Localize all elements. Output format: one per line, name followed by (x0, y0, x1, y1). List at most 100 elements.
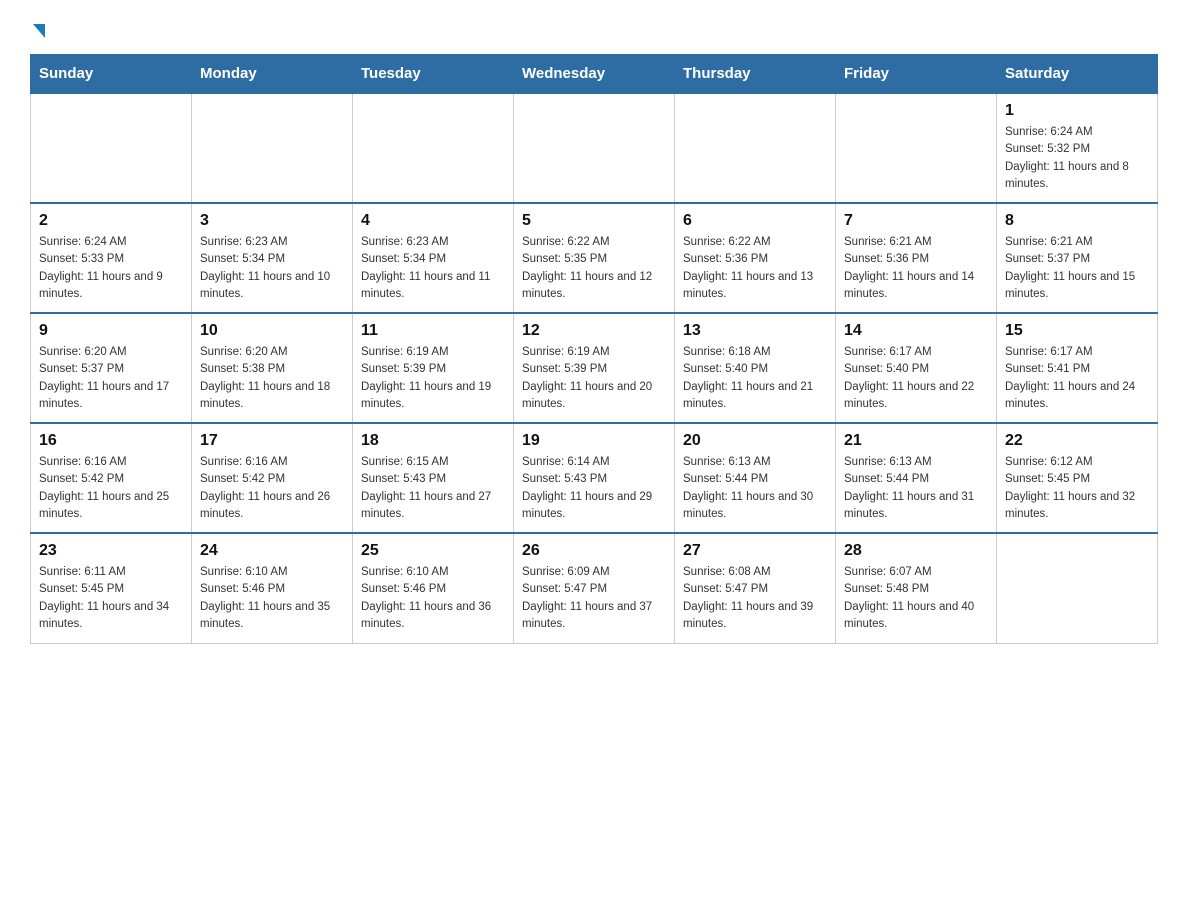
calendar-cell: 2Sunrise: 6:24 AM Sunset: 5:33 PM Daylig… (31, 203, 192, 313)
day-info: Sunrise: 6:19 AM Sunset: 5:39 PM Dayligh… (522, 344, 666, 413)
day-number: 8 (1005, 212, 1149, 230)
day-header-wednesday: Wednesday (514, 55, 675, 94)
calendar-table: SundayMondayTuesdayWednesdayThursdayFrid… (30, 54, 1158, 644)
day-number: 19 (522, 432, 666, 450)
calendar-cell: 16 Sunrise: 6:16 AM Sunset: 5:42 PM Dayli… (31, 423, 192, 533)
calendar-cell: 9Sunrise: 6:20 AM Sunset: 5:37 PM Daylig… (31, 313, 192, 423)
day-info: Sunrise: 6:16 AM Sunset: 5:42 PM Dayligh… (200, 454, 344, 523)
day-info: Sunrise: 6:15 AM Sunset: 5:43 PM Dayligh… (361, 454, 505, 523)
day-number: 6 (683, 212, 827, 230)
calendar-cell (31, 93, 192, 203)
calendar-week-4: 16 Sunrise: 6:16 AM Sunset: 5:42 PM Dayli… (31, 423, 1158, 533)
day-number: 22 (1005, 432, 1149, 450)
logo-arrow-icon (33, 24, 45, 38)
day-info: Sunrise: 6:17 AM Sunset: 5:40 PM Dayligh… (844, 344, 988, 413)
day-number: 27 (683, 542, 827, 560)
day-number: 18 (361, 432, 505, 450)
day-number: 23 (39, 542, 183, 560)
day-number: 10 (200, 322, 344, 340)
day-number: 2 (39, 212, 183, 230)
day-number: 7 (844, 212, 988, 230)
calendar-header: SundayMondayTuesdayWednesdayThursdayFrid… (31, 55, 1158, 94)
calendar-cell (192, 93, 353, 203)
day-info: Sunrise: 6:21 AM Sunset: 5:36 PM Dayligh… (844, 234, 988, 303)
day-info: Sunrise: 6:23 AM Sunset: 5:34 PM Dayligh… (200, 234, 344, 303)
day-header-tuesday: Tuesday (353, 55, 514, 94)
day-info: Sunrise: 6:11 AM Sunset: 5:45 PM Dayligh… (39, 564, 183, 633)
day-info: Sunrise: 6:10 AM Sunset: 5:46 PM Dayligh… (361, 564, 505, 633)
calendar-cell: 23 Sunrise: 6:11 AM Sunset: 5:45 PM Dayli… (31, 533, 192, 643)
day-info: Sunrise: 6:14 AM Sunset: 5:43 PM Dayligh… (522, 454, 666, 523)
calendar-week-5: 23 Sunrise: 6:11 AM Sunset: 5:45 PM Dayli… (31, 533, 1158, 643)
day-info: Sunrise: 6:23 AM Sunset: 5:34 PM Dayligh… (361, 234, 505, 303)
calendar-cell: 28 Sunrise: 6:07 AM Sunset: 5:48 PM Dayli… (836, 533, 997, 643)
calendar-cell: 15 Sunrise: 6:17 AM Sunset: 5:41 PM Dayli… (997, 313, 1158, 423)
day-info: Sunrise: 6:12 AM Sunset: 5:45 PM Dayligh… (1005, 454, 1149, 523)
calendar-cell (836, 93, 997, 203)
page-header (30, 20, 1158, 38)
day-info: Sunrise: 6:09 AM Sunset: 5:47 PM Dayligh… (522, 564, 666, 633)
calendar-cell (353, 93, 514, 203)
calendar-cell (997, 533, 1158, 643)
day-number: 13 (683, 322, 827, 340)
calendar-cell: 27 Sunrise: 6:08 AM Sunset: 5:47 PM Dayli… (675, 533, 836, 643)
day-header-thursday: Thursday (675, 55, 836, 94)
day-number: 21 (844, 432, 988, 450)
calendar-cell: 22 Sunrise: 6:12 AM Sunset: 5:45 PM Dayli… (997, 423, 1158, 533)
day-number: 14 (844, 322, 988, 340)
day-info: Sunrise: 6:22 AM Sunset: 5:35 PM Dayligh… (522, 234, 666, 303)
day-info: Sunrise: 6:18 AM Sunset: 5:40 PM Dayligh… (683, 344, 827, 413)
calendar-cell: 24 Sunrise: 6:10 AM Sunset: 5:46 PM Dayli… (192, 533, 353, 643)
day-info: Sunrise: 6:16 AM Sunset: 5:42 PM Dayligh… (39, 454, 183, 523)
day-number: 11 (361, 322, 505, 340)
calendar-cell: 21 Sunrise: 6:13 AM Sunset: 5:44 PM Dayli… (836, 423, 997, 533)
calendar-week-3: 9Sunrise: 6:20 AM Sunset: 5:37 PM Daylig… (31, 313, 1158, 423)
calendar-body: 1Sunrise: 6:24 AM Sunset: 5:32 PM Daylig… (31, 93, 1158, 643)
day-number: 12 (522, 322, 666, 340)
day-number: 25 (361, 542, 505, 560)
day-number: 5 (522, 212, 666, 230)
calendar-cell: 13 Sunrise: 6:18 AM Sunset: 5:40 PM Dayli… (675, 313, 836, 423)
day-number: 15 (1005, 322, 1149, 340)
calendar-cell: 11 Sunrise: 6:19 AM Sunset: 5:39 PM Dayli… (353, 313, 514, 423)
calendar-week-2: 2Sunrise: 6:24 AM Sunset: 5:33 PM Daylig… (31, 203, 1158, 313)
calendar-cell: 4 Sunrise: 6:23 AM Sunset: 5:34 PM Daylig… (353, 203, 514, 313)
calendar-cell: 7 Sunrise: 6:21 AM Sunset: 5:36 PM Daylig… (836, 203, 997, 313)
day-info: Sunrise: 6:08 AM Sunset: 5:47 PM Dayligh… (683, 564, 827, 633)
day-number: 24 (200, 542, 344, 560)
day-number: 4 (361, 212, 505, 230)
day-header-friday: Friday (836, 55, 997, 94)
day-header-sunday: Sunday (31, 55, 192, 94)
logo (30, 20, 45, 38)
calendar-cell: 20Sunrise: 6:13 AM Sunset: 5:44 PM Dayli… (675, 423, 836, 533)
day-header-monday: Monday (192, 55, 353, 94)
calendar-cell: 12 Sunrise: 6:19 AM Sunset: 5:39 PM Dayli… (514, 313, 675, 423)
calendar-cell (675, 93, 836, 203)
day-number: 28 (844, 542, 988, 560)
day-info: Sunrise: 6:13 AM Sunset: 5:44 PM Dayligh… (844, 454, 988, 523)
day-number: 16 (39, 432, 183, 450)
calendar-cell: 18 Sunrise: 6:15 AM Sunset: 5:43 PM Dayli… (353, 423, 514, 533)
calendar-cell: 10 Sunrise: 6:20 AM Sunset: 5:38 PM Dayli… (192, 313, 353, 423)
day-info: Sunrise: 6:07 AM Sunset: 5:48 PM Dayligh… (844, 564, 988, 633)
calendar-cell: 17 Sunrise: 6:16 AM Sunset: 5:42 PM Dayli… (192, 423, 353, 533)
calendar-cell: 3 Sunrise: 6:23 AM Sunset: 5:34 PM Daylig… (192, 203, 353, 313)
day-number: 1 (1005, 102, 1149, 120)
calendar-cell: 26Sunrise: 6:09 AM Sunset: 5:47 PM Dayli… (514, 533, 675, 643)
calendar-week-1: 1Sunrise: 6:24 AM Sunset: 5:32 PM Daylig… (31, 93, 1158, 203)
day-info: Sunrise: 6:10 AM Sunset: 5:46 PM Dayligh… (200, 564, 344, 633)
day-info: Sunrise: 6:17 AM Sunset: 5:41 PM Dayligh… (1005, 344, 1149, 413)
day-info: Sunrise: 6:19 AM Sunset: 5:39 PM Dayligh… (361, 344, 505, 413)
day-number: 3 (200, 212, 344, 230)
day-headers-row: SundayMondayTuesdayWednesdayThursdayFrid… (31, 55, 1158, 94)
calendar-cell (514, 93, 675, 203)
day-info: Sunrise: 6:20 AM Sunset: 5:38 PM Dayligh… (200, 344, 344, 413)
day-number: 17 (200, 432, 344, 450)
calendar-cell: 6 Sunrise: 6:22 AM Sunset: 5:36 PM Daylig… (675, 203, 836, 313)
calendar-cell: 8 Sunrise: 6:21 AM Sunset: 5:37 PM Daylig… (997, 203, 1158, 313)
day-info: Sunrise: 6:21 AM Sunset: 5:37 PM Dayligh… (1005, 234, 1149, 303)
day-info: Sunrise: 6:22 AM Sunset: 5:36 PM Dayligh… (683, 234, 827, 303)
calendar-cell: 5 Sunrise: 6:22 AM Sunset: 5:35 PM Daylig… (514, 203, 675, 313)
day-header-saturday: Saturday (997, 55, 1158, 94)
calendar-cell: 19 Sunrise: 6:14 AM Sunset: 5:43 PM Dayli… (514, 423, 675, 533)
